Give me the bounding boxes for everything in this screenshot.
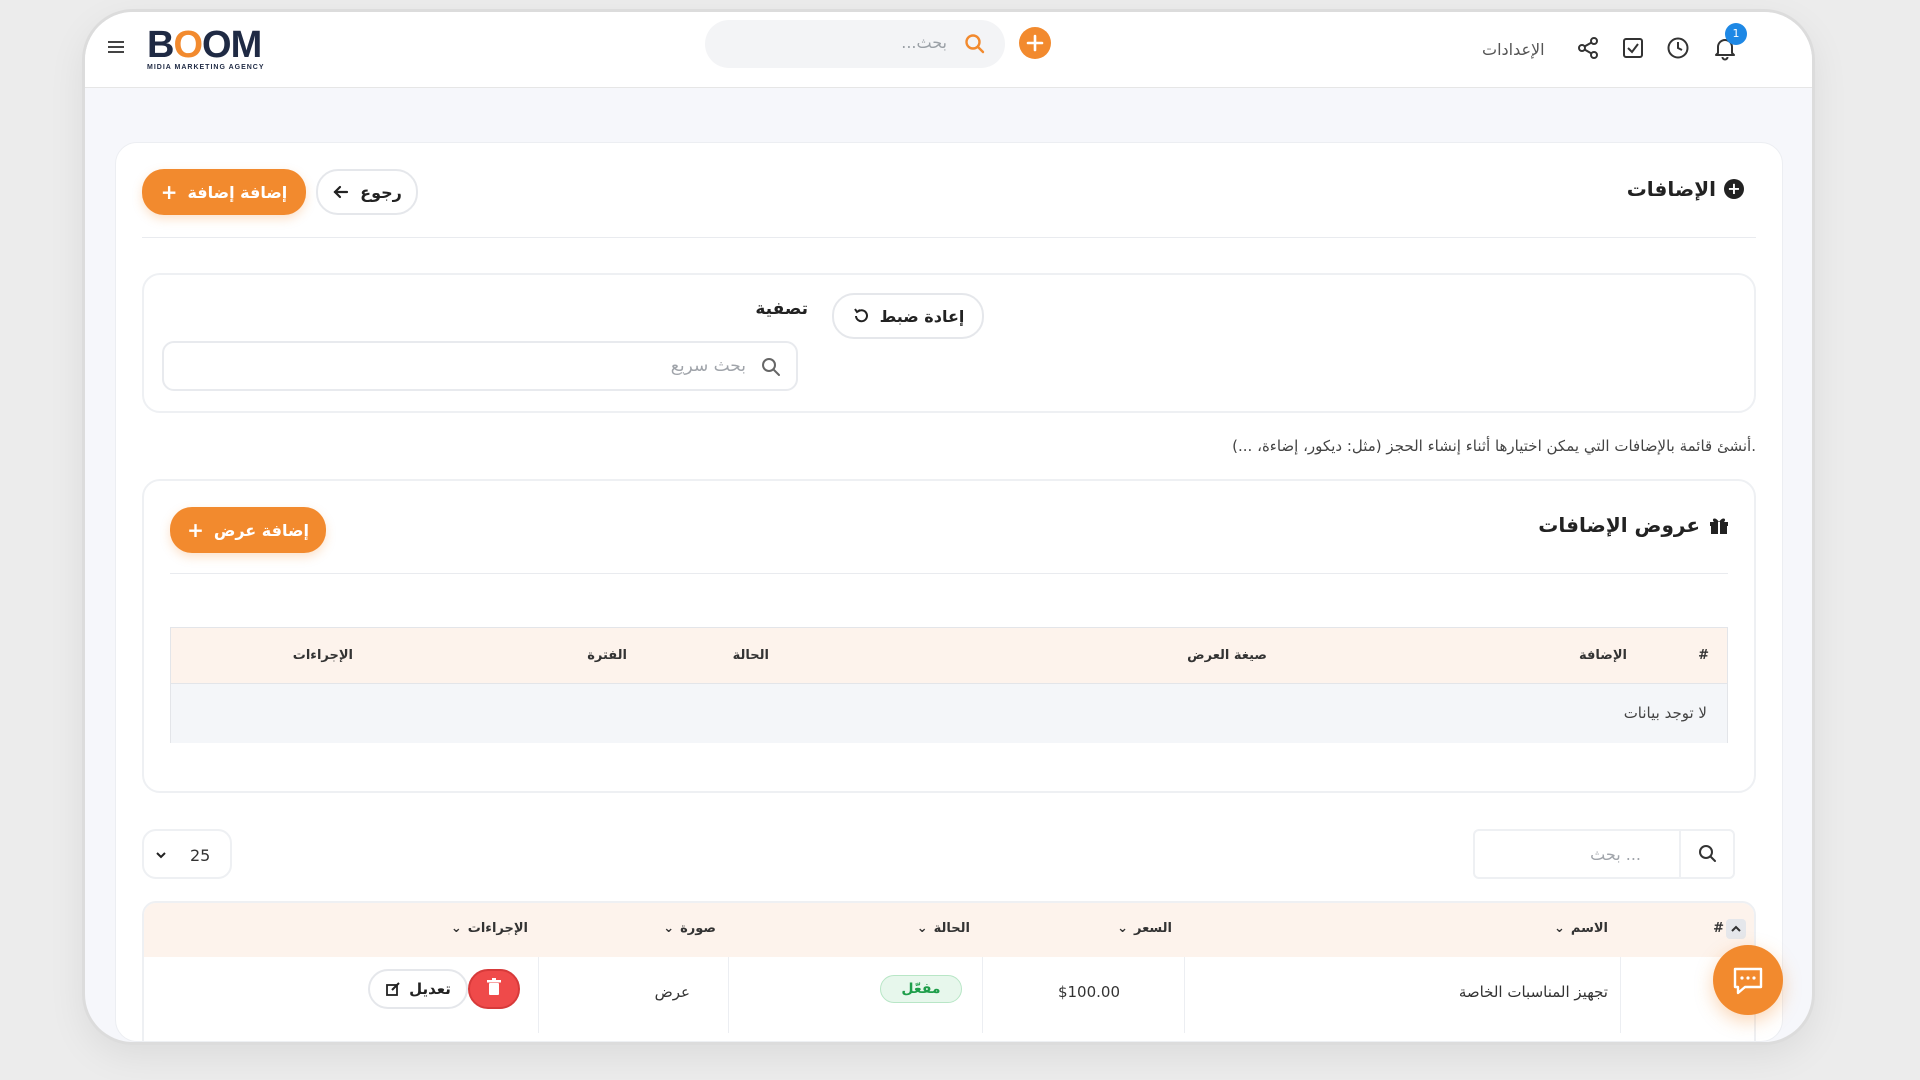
trash-icon	[487, 978, 501, 995]
addons-table: # ⌄ الاسم ⌄ السعر ⌄ الحالة ⌄ صورة ⌄ الإج…	[142, 901, 1756, 1042]
add-offer-label: إضافة عرض	[213, 520, 309, 540]
col-image-label: صورة	[680, 921, 716, 936]
chat-button[interactable]	[1713, 945, 1783, 1015]
page-size-value: 25	[190, 846, 211, 865]
col-divider	[728, 957, 729, 1033]
search-icon	[965, 34, 985, 54]
chat-icon	[1733, 967, 1763, 995]
reset-icon	[853, 308, 868, 323]
search-icon	[762, 358, 780, 376]
app-window: BOOM MIDIA MARKETING AGENCY ...بحث الإعد…	[85, 12, 1812, 1042]
divider	[170, 573, 1728, 574]
table-search[interactable]: بحث ...	[1473, 829, 1735, 879]
row-image-link[interactable]: عرض	[655, 983, 690, 1001]
col-index[interactable]: #	[1713, 921, 1724, 936]
filter-panel: تصفية إعادة ضبط بحث سريع	[142, 273, 1756, 413]
share-icon[interactable]	[1575, 35, 1601, 61]
filter-label: تصفية	[755, 299, 808, 319]
chevron-down-icon: ⌄	[450, 921, 462, 936]
plus-icon: +	[160, 180, 178, 204]
col-name-label: الاسم	[1570, 921, 1608, 936]
col-price[interactable]: ⌄ السعر	[1117, 921, 1172, 936]
offers-col-format: صيغة العرض	[1187, 648, 1267, 663]
edit-button[interactable]: تعديل	[368, 969, 468, 1009]
chevron-down-icon: ⌄	[663, 921, 675, 936]
plus-icon	[1026, 34, 1044, 52]
chevron-down-icon: ⌄	[1117, 921, 1128, 936]
global-search-placeholder: ...بحث	[901, 33, 947, 52]
col-divider	[982, 957, 983, 1033]
notification-badge: 1	[1725, 23, 1747, 45]
quick-search-input[interactable]: بحث سريع	[162, 341, 798, 391]
page-size-select[interactable]: 25	[142, 829, 232, 879]
divider	[142, 237, 1756, 238]
page-description: أنشئ قائمة بالإضافات التي يمكن اختيارها …	[1232, 437, 1756, 455]
row-name: تجهيز المناسبات الخاصة	[1458, 983, 1608, 1001]
gift-icon	[1710, 518, 1728, 534]
col-divider	[1620, 957, 1621, 1033]
offers-table-body: لا توجد بيانات	[171, 684, 1727, 743]
edit-icon	[386, 982, 400, 996]
offers-col-actions: الإجراءات	[292, 648, 353, 663]
offers-col-period: الفترة	[587, 648, 627, 663]
col-name[interactable]: ⌄ الاسم	[1554, 921, 1608, 936]
plus-circle-icon: +	[1724, 179, 1744, 199]
quick-add-button[interactable]	[1019, 27, 1051, 59]
logo-wordmark: BOOM	[147, 24, 262, 66]
col-image[interactable]: ⌄ صورة	[663, 921, 716, 936]
chevron-down-icon: ⌄	[1553, 921, 1565, 936]
quick-search-placeholder: بحث سريع	[670, 356, 746, 376]
col-price-label: السعر	[1134, 921, 1172, 936]
checkbox-icon[interactable]	[1620, 35, 1646, 61]
hamburger-icon[interactable]	[105, 36, 127, 58]
offers-title: عروض الإضافات	[1538, 513, 1730, 537]
search-icon	[1699, 845, 1716, 862]
plus-icon: +	[187, 518, 204, 542]
row-price: $100.00	[1057, 983, 1120, 1001]
offers-col-status: الحالة	[732, 648, 769, 663]
edit-label: تعديل	[409, 980, 451, 998]
global-search[interactable]: ...بحث	[705, 20, 1005, 68]
clock-icon[interactable]	[1665, 35, 1691, 61]
status-badge: مفعّل	[880, 975, 962, 1003]
add-offer-button[interactable]: + إضافة عرض	[170, 507, 326, 553]
sort-toggle-icon[interactable]	[1726, 919, 1746, 939]
back-label: رجوع	[360, 182, 402, 202]
addons-table-header: # ⌄ الاسم ⌄ السعر ⌄ الحالة ⌄ صورة ⌄ الإج…	[144, 903, 1754, 957]
col-divider	[538, 957, 539, 1033]
offers-col-addon: الإضافة	[1579, 648, 1627, 663]
page-title-text: الإضافات	[1626, 177, 1716, 201]
offers-table: # الإضافة صيغة العرض الحالة الفترة الإجر…	[170, 627, 1728, 743]
col-divider	[1184, 957, 1185, 1033]
col-status-label: الحالة	[933, 921, 970, 936]
reset-button[interactable]: إعادة ضبط	[832, 293, 984, 339]
table-search-placeholder: بحث ...	[1590, 845, 1641, 864]
chevron-down-icon: ⌄	[916, 921, 928, 936]
col-status[interactable]: ⌄ الحالة	[917, 921, 970, 936]
col-index-label: #	[1713, 921, 1724, 936]
offers-table-header: # الإضافة صيغة العرض الحالة الفترة الإجر…	[171, 628, 1727, 684]
settings-link[interactable]: الإعدادات	[1482, 40, 1545, 59]
arrow-left-icon	[333, 185, 349, 199]
logo-tagline: MIDIA MARKETING AGENCY	[147, 64, 265, 71]
reset-label: إعادة ضبط	[879, 306, 965, 326]
chevron-down-icon	[156, 852, 166, 859]
addon-offers-panel: عروض الإضافات + إضافة عرض # الإضافة صيغة…	[142, 479, 1756, 793]
col-actions-label: الإجراءات	[467, 921, 528, 936]
main-card: الإضافات + + إضافة إضافة رجوع تصفية إعاد	[115, 142, 1783, 1042]
back-button[interactable]: رجوع	[316, 169, 418, 215]
col-actions[interactable]: ⌄ الإجراءات	[451, 921, 528, 936]
offers-col-index: #	[1698, 648, 1709, 663]
add-addon-label: إضافة إضافة	[187, 182, 288, 202]
brand-logo[interactable]: BOOM MIDIA MARKETING AGENCY	[147, 26, 267, 72]
top-navbar: BOOM MIDIA MARKETING AGENCY ...بحث الإعد…	[85, 12, 1812, 88]
offers-title-text: عروض الإضافات	[1538, 513, 1700, 537]
delete-button[interactable]	[468, 969, 520, 1009]
empty-state: لا توجد بيانات	[1623, 704, 1707, 722]
page-title: الإضافات +	[1627, 177, 1744, 201]
table-search-button[interactable]	[1679, 829, 1733, 879]
add-addon-button[interactable]: + إضافة إضافة	[142, 169, 306, 215]
